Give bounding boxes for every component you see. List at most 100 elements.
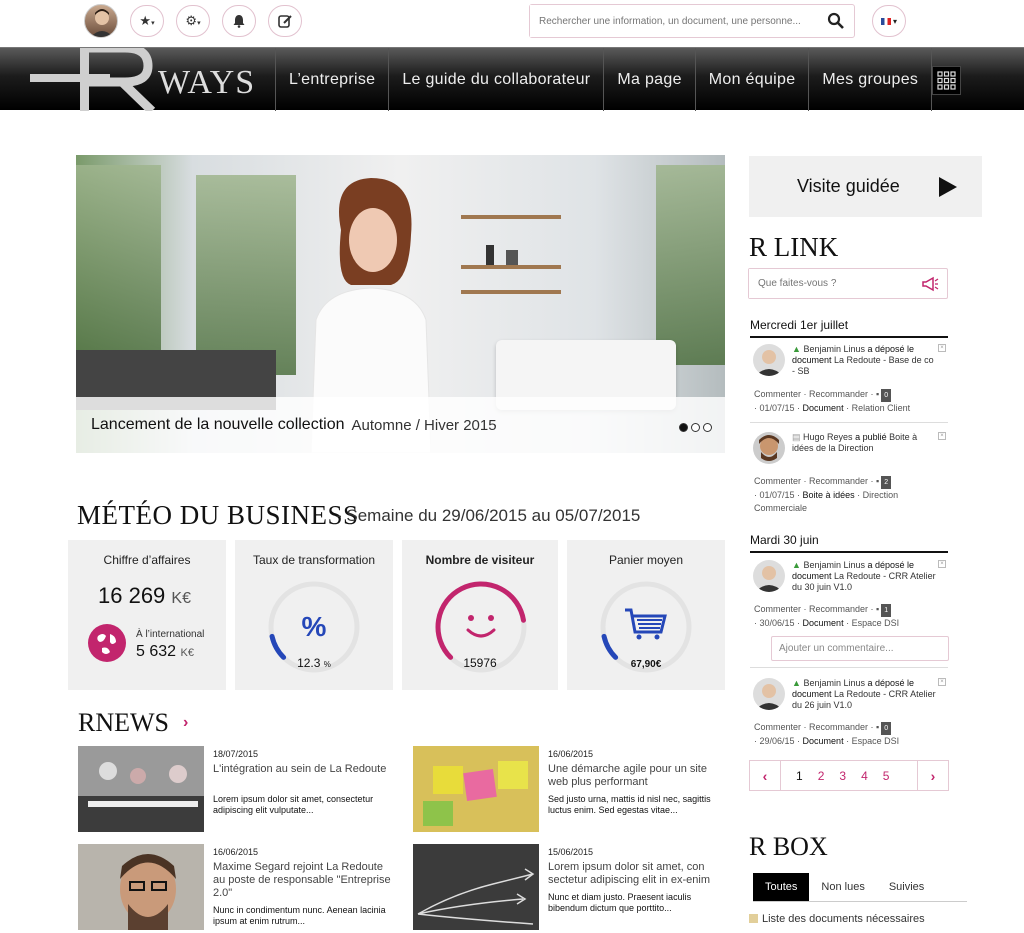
feed-item: ▲ Benjamin Linus a déposé le document La… bbox=[750, 560, 948, 635]
feed-text: ▲ Benjamin Linus a déposé le document La… bbox=[792, 560, 936, 592]
nav-item-mon-equipe[interactable]: Mon équipe bbox=[694, 48, 809, 111]
divider bbox=[750, 422, 948, 423]
page-link[interactable]: 4 bbox=[861, 769, 868, 783]
kpi-intl-value: 5 632 K€ bbox=[136, 643, 194, 660]
hero-window bbox=[196, 175, 296, 375]
news-item[interactable]: 16/06/2015 Maxime Segard rejoint La Redo… bbox=[78, 844, 398, 930]
search-icon[interactable] bbox=[827, 12, 845, 30]
nav-menu: L’entreprise Le guide du collaborateur M… bbox=[275, 48, 933, 111]
apps-grid-button[interactable] bbox=[932, 66, 961, 95]
carousel-dot-3[interactable] bbox=[703, 423, 712, 432]
comment-count-icon: ▪ bbox=[876, 476, 880, 486]
star-icon: ★▾ bbox=[139, 13, 155, 28]
news-item[interactable]: 18/07/2015 L'intégration au sein de La R… bbox=[78, 746, 398, 832]
avatar[interactable] bbox=[753, 560, 785, 592]
feed-meta: Commenter · Recommander · ▪ 0 · 29/06/15 … bbox=[754, 722, 900, 746]
nav-item-entreprise[interactable]: L’entreprise bbox=[275, 48, 388, 111]
comment-input[interactable]: Ajouter un commentaire... bbox=[771, 636, 949, 661]
megaphone-icon[interactable] bbox=[921, 276, 939, 292]
edit-icon bbox=[278, 15, 292, 28]
main-navbar: WAYS L’entreprise Le guide du collaborat… bbox=[0, 43, 1024, 115]
feed-text: ▲ Benjamin Linus a déposé le document La… bbox=[792, 344, 934, 376]
guided-tour-label: Visite guidée bbox=[797, 176, 900, 196]
user-avatar[interactable] bbox=[84, 4, 118, 38]
kpi-panier-moyen[interactable]: Panier moyen 67,90€ bbox=[567, 540, 725, 690]
settings-icon: ⚙▾ bbox=[185, 13, 201, 28]
notifications-button[interactable] bbox=[222, 5, 256, 37]
kpi-value: 15976 bbox=[463, 656, 497, 670]
news-body: Nunc et diam justo. Praesent iaculis bib… bbox=[548, 892, 692, 913]
search-input[interactable] bbox=[530, 5, 820, 37]
feed-day-header: Mardi 30 juin bbox=[750, 533, 948, 553]
comment-count-icon: ▪ bbox=[876, 722, 880, 732]
nav-item-guide[interactable]: Le guide du collaborateur bbox=[388, 48, 603, 111]
search-box[interactable] bbox=[529, 4, 855, 38]
chevron-right-icon[interactable]: › bbox=[183, 714, 188, 732]
kpi-taux-transformation[interactable]: Taux de transformation % 12.3 % bbox=[235, 540, 393, 690]
news-date: 15/06/2015 bbox=[548, 847, 594, 857]
logo[interactable]: WAYS bbox=[30, 43, 275, 115]
language-selector[interactable]: ▾ bbox=[872, 5, 906, 37]
avatar[interactable] bbox=[753, 344, 785, 376]
news-thumbnail bbox=[78, 844, 204, 930]
tab-toutes[interactable]: Toutes bbox=[753, 873, 810, 901]
rbox-title: R BOX bbox=[749, 832, 828, 861]
news-headline[interactable]: Lorem ipsum dolor sit amet, con sectetur… bbox=[548, 861, 728, 887]
avatar[interactable] bbox=[753, 432, 785, 464]
flag-fr-icon bbox=[880, 17, 891, 25]
meteo-subtitle: - Semaine du 29/06/2015 au 05/07/2015 bbox=[336, 506, 641, 525]
hero-caption-title: Lancement de la nouvelle collection bbox=[91, 416, 345, 433]
feed-pagination: ‹ 1 2 3 4 5 › bbox=[749, 760, 949, 791]
carousel-dot-1[interactable] bbox=[679, 423, 688, 432]
nav-item-ma-page[interactable]: Ma page bbox=[603, 48, 694, 111]
avatar[interactable] bbox=[753, 678, 785, 710]
news-thumbnail bbox=[78, 746, 204, 832]
news-headline[interactable]: Maxime Segard rejoint La Redoute au post… bbox=[213, 861, 393, 900]
page-link[interactable]: 3 bbox=[839, 769, 846, 783]
kpi-chiffre-affaires[interactable]: Chiffre d’affaires 16 269 K€ À l’interna… bbox=[68, 540, 226, 690]
bell-icon bbox=[233, 15, 245, 28]
chevron-right-icon[interactable]: › bbox=[917, 761, 948, 790]
news-item[interactable]: 16/06/2015 Une démarche agile pour un si… bbox=[413, 746, 733, 832]
page-link[interactable]: 2 bbox=[818, 769, 825, 783]
feed-meta: Commenter · Recommander · ▪ 0 · 01/07/15 … bbox=[754, 389, 911, 413]
feed-meta: Commenter · Recommander · ▪ 1 · 30/06/15 … bbox=[754, 604, 900, 628]
nav-item-mes-groupes[interactable]: Mes groupes bbox=[808, 48, 933, 111]
chevron-left-icon[interactable]: ‹ bbox=[750, 761, 781, 790]
hero-carousel[interactable]: Lancement de la nouvelle collection Auto… bbox=[76, 155, 725, 453]
close-icon[interactable]: × bbox=[938, 678, 946, 686]
news-headline[interactable]: L'intégration au sein de La Redoute bbox=[213, 763, 393, 776]
hero-window-left bbox=[76, 165, 161, 365]
news-item[interactable]: 15/06/2015 Lorem ipsum dolor sit amet, c… bbox=[413, 844, 733, 930]
upload-icon: ▲ bbox=[792, 678, 801, 688]
carousel-dot-2[interactable] bbox=[691, 423, 700, 432]
kpi-value: 16 269 K€ bbox=[98, 583, 191, 608]
news-body: Sed justo urna, mattis id nisl nec, sagi… bbox=[548, 794, 711, 815]
close-icon[interactable]: × bbox=[938, 344, 946, 352]
feed-text: ▤ Hugo Reyes a publié Boite à idées de l… bbox=[792, 432, 918, 453]
favorites-button[interactable]: ★▾ bbox=[130, 5, 164, 37]
rlink-status-box[interactable] bbox=[748, 268, 948, 299]
settings-button[interactable]: ⚙▾ bbox=[176, 5, 210, 37]
guided-tour-button[interactable]: Visite guidée bbox=[749, 156, 982, 217]
close-icon[interactable]: × bbox=[938, 432, 946, 440]
compose-button[interactable] bbox=[268, 5, 302, 37]
tab-suivies[interactable]: Suivies bbox=[877, 873, 936, 901]
close-icon[interactable]: × bbox=[938, 560, 946, 568]
page-link[interactable]: 1 bbox=[796, 769, 803, 783]
status-input[interactable] bbox=[749, 269, 909, 298]
kpi-title: Nombre de visiteur bbox=[425, 553, 535, 567]
tab-non-lues[interactable]: Non lues bbox=[809, 873, 876, 901]
page-numbers: 1 2 3 4 5 bbox=[781, 769, 889, 783]
kpi-nombre-visiteur[interactable]: Nombre de visiteur 15976 bbox=[402, 540, 558, 690]
feed-item: ▲ Benjamin Linus a déposé le document La… bbox=[750, 678, 948, 753]
kpi-value: 12.3 % bbox=[297, 656, 331, 670]
cart-icon bbox=[625, 608, 667, 640]
document-icon: ▤ bbox=[792, 432, 801, 442]
rbox-list-item[interactable]: Liste des documents nécessaires bbox=[749, 913, 925, 925]
page-link[interactable]: 5 bbox=[883, 769, 890, 783]
rlink-title: R LINK bbox=[749, 232, 839, 262]
news-body: Nunc in condimentum nunc. Aenean lacinia… bbox=[213, 905, 386, 926]
news-headline[interactable]: Une démarche agile pour un site web plus… bbox=[548, 763, 728, 789]
rnews-title: RNEWS bbox=[78, 708, 169, 737]
